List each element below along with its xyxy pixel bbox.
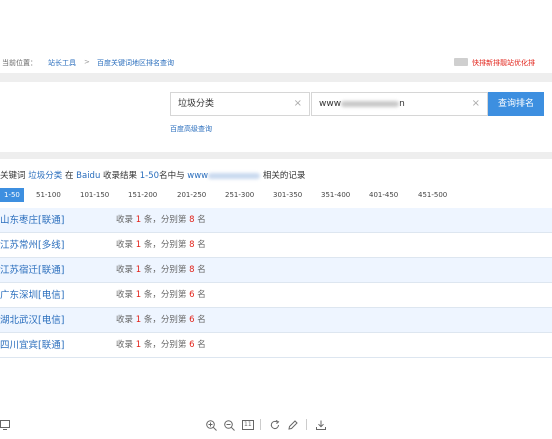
summary-text-4: 名中与: [159, 171, 185, 181]
site-input[interactable]: www n ×: [311, 92, 488, 116]
page-fit-icon[interactable]: 11: [242, 410, 254, 439]
result-info: 收录 1 条，分别第 6 名: [116, 290, 206, 300]
table-row: 湖北武汉[电信] 收录 1 条，分别第 6 名: [0, 308, 552, 333]
breadcrumb-label: 当前位置：: [2, 59, 37, 67]
download-icon[interactable]: [316, 410, 326, 439]
page-tab-351-400[interactable]: 351-400: [321, 188, 350, 202]
pen-icon[interactable]: [288, 410, 298, 439]
page-tab-401-450[interactable]: 401-450: [369, 188, 398, 202]
promo-tag-icon: [454, 58, 468, 66]
rotate-icon[interactable]: [270, 410, 280, 439]
zoom-out-icon[interactable]: [224, 410, 235, 439]
summary-text-2: 在: [64, 171, 74, 181]
promo-link[interactable]: 快排新排靓站优化排: [472, 58, 535, 68]
table-row: 四川宜宾[联通] 收录 1 条，分别第 6 名: [0, 333, 552, 358]
toolbar-divider: [260, 419, 261, 430]
query-rank-button[interactable]: 查询排名: [488, 92, 544, 116]
breadcrumb: 当前位置： 站长工具 > 百度关键词地区排名查询 快排新排靓站优化排: [0, 51, 552, 73]
summary-site-blur: [208, 172, 261, 179]
keyword-input[interactable]: 垃圾分类 ×: [170, 92, 310, 116]
table-row: 山东枣庄[联通] 收录 1 条，分别第 8 名: [0, 208, 552, 233]
result-location-link[interactable]: 广东深圳[电信]: [0, 283, 64, 308]
breadcrumb-separator: >: [84, 58, 90, 66]
monitor-icon[interactable]: [0, 410, 10, 439]
site-value-suffix: n: [399, 99, 405, 109]
advanced-query-link[interactable]: 百度高级查询: [170, 124, 212, 134]
result-location-link[interactable]: 江苏常州[多线]: [0, 233, 64, 258]
separator-band-2: [0, 152, 552, 159]
clear-keyword-icon[interactable]: ×: [294, 93, 302, 115]
page-tab-101-150[interactable]: 101-150: [80, 188, 109, 202]
result-info: 收录 1 条，分别第 6 名: [116, 340, 206, 350]
page-badge: 11: [242, 420, 254, 430]
breadcrumb-tools-link[interactable]: 站长工具: [48, 58, 76, 68]
result-location-link[interactable]: 四川宜宾[联通]: [0, 333, 64, 358]
page-tab-201-250[interactable]: 201-250: [177, 188, 206, 202]
summary-text-1: 关键词: [0, 171, 26, 181]
viewer-toolbar: 11: [0, 410, 552, 439]
page-tab-451-500[interactable]: 451-500: [418, 188, 447, 202]
page-tab-251-300[interactable]: 251-300: [225, 188, 254, 202]
summary-site: www: [187, 171, 209, 181]
breadcrumb-current-link[interactable]: 百度关键词地区排名查询: [97, 58, 174, 68]
result-info: 收录 1 条，分别第 8 名: [116, 215, 206, 225]
site-value-prefix: www: [319, 99, 342, 109]
summary-text-3: 收录结果: [103, 171, 138, 181]
summary-keyword: 垃圾分类: [28, 171, 63, 181]
table-row: 江苏常州[多线] 收录 1 条，分别第 8 名: [0, 233, 552, 258]
toolbar-divider: [306, 419, 307, 430]
separator-band-1: [0, 73, 552, 82]
header-gap: [0, 0, 552, 51]
zoom-in-icon[interactable]: [206, 410, 217, 439]
page-tab-151-200[interactable]: 151-200: [128, 188, 157, 202]
summary-engine: Baidu: [76, 171, 101, 181]
page-tab-301-350[interactable]: 301-350: [273, 188, 302, 202]
clear-site-icon[interactable]: ×: [472, 93, 480, 115]
query-form: 垃圾分类 × www n × 查询排名 百度高级查询: [0, 82, 552, 152]
result-location-link[interactable]: 江苏宿迁[联通]: [0, 258, 64, 283]
result-location-link[interactable]: 山东枣庄[联通]: [0, 208, 64, 233]
redacted-site-blur: [341, 100, 400, 107]
result-location-link[interactable]: 湖北武汉[电信]: [0, 308, 64, 333]
table-row: 江苏宿迁[联通] 收录 1 条，分别第 8 名: [0, 258, 552, 283]
result-info: 收录 1 条，分别第 8 名: [116, 240, 206, 250]
result-info: 收录 1 条，分别第 8 名: [116, 265, 206, 275]
page-tab-51-100[interactable]: 51-100: [36, 188, 61, 202]
summary-range: 1-50: [139, 171, 160, 181]
summary-text-5: 相关的记录: [262, 171, 306, 181]
result-info: 收录 1 条，分别第 6 名: [116, 315, 206, 325]
keyword-value: 垃圾分类: [178, 99, 215, 109]
result-summary: 关键词 垃圾分类 在 Baidu 收录结果 1-50名中与 www 相关的记录: [0, 169, 305, 181]
table-row: 广东深圳[电信] 收录 1 条，分别第 6 名: [0, 283, 552, 308]
page-tab-1-50[interactable]: 1-50: [0, 188, 24, 202]
